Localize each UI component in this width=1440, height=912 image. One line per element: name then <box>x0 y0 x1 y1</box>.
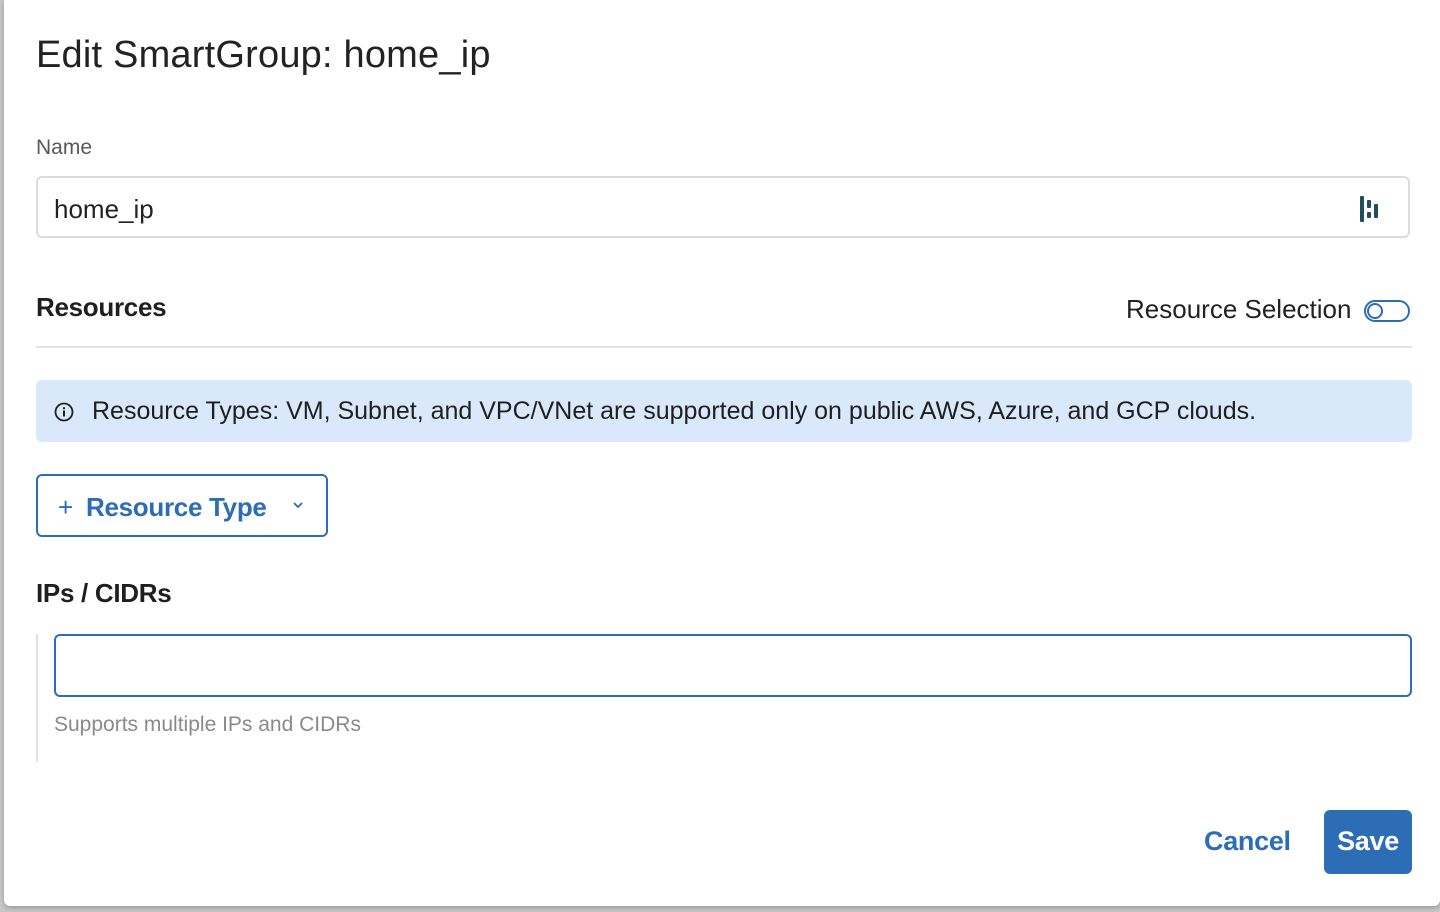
resource-type-label: Resource Type <box>86 492 267 522</box>
name-value[interactable]: home_ip <box>54 194 154 225</box>
toggle-knob <box>1367 303 1383 319</box>
plus-icon: + <box>58 492 74 522</box>
password-manager-icon[interactable] <box>1358 194 1382 224</box>
ips-cidrs-header: IPs / CIDRs <box>36 578 172 608</box>
resource-selection-label: Resource Selection <box>1126 294 1352 324</box>
info-text: Resource Types: VM, Subnet, and VPC/VNet… <box>92 397 1257 425</box>
ips-section-rule <box>36 634 38 762</box>
resources-header: Resources <box>36 292 167 322</box>
dialog-title: Edit SmartGroup: home_ip <box>36 34 491 76</box>
save-label: Save <box>1337 826 1399 856</box>
name-field[interactable]: home_ip <box>36 176 1410 238</box>
ips-cidrs-input[interactable] <box>54 634 1412 697</box>
add-resource-type-button[interactable]: + Resource Type <box>36 474 328 537</box>
info-circle-icon <box>54 402 74 422</box>
info-banner: Resource Types: VM, Subnet, and VPC/VNet… <box>36 380 1412 442</box>
section-divider <box>36 346 1412 348</box>
cancel-button[interactable]: Cancel <box>1204 826 1291 857</box>
name-label: Name <box>36 136 93 159</box>
ips-help-text: Supports multiple IPs and CIDRs <box>54 713 361 736</box>
save-button[interactable]: Save <box>1324 810 1412 874</box>
chevron-down-icon <box>293 502 303 509</box>
resource-selection-toggle[interactable] <box>1364 300 1410 322</box>
edit-smartgroup-dialog: Edit SmartGroup: home_ip Name home_ip Re… <box>4 0 1440 906</box>
